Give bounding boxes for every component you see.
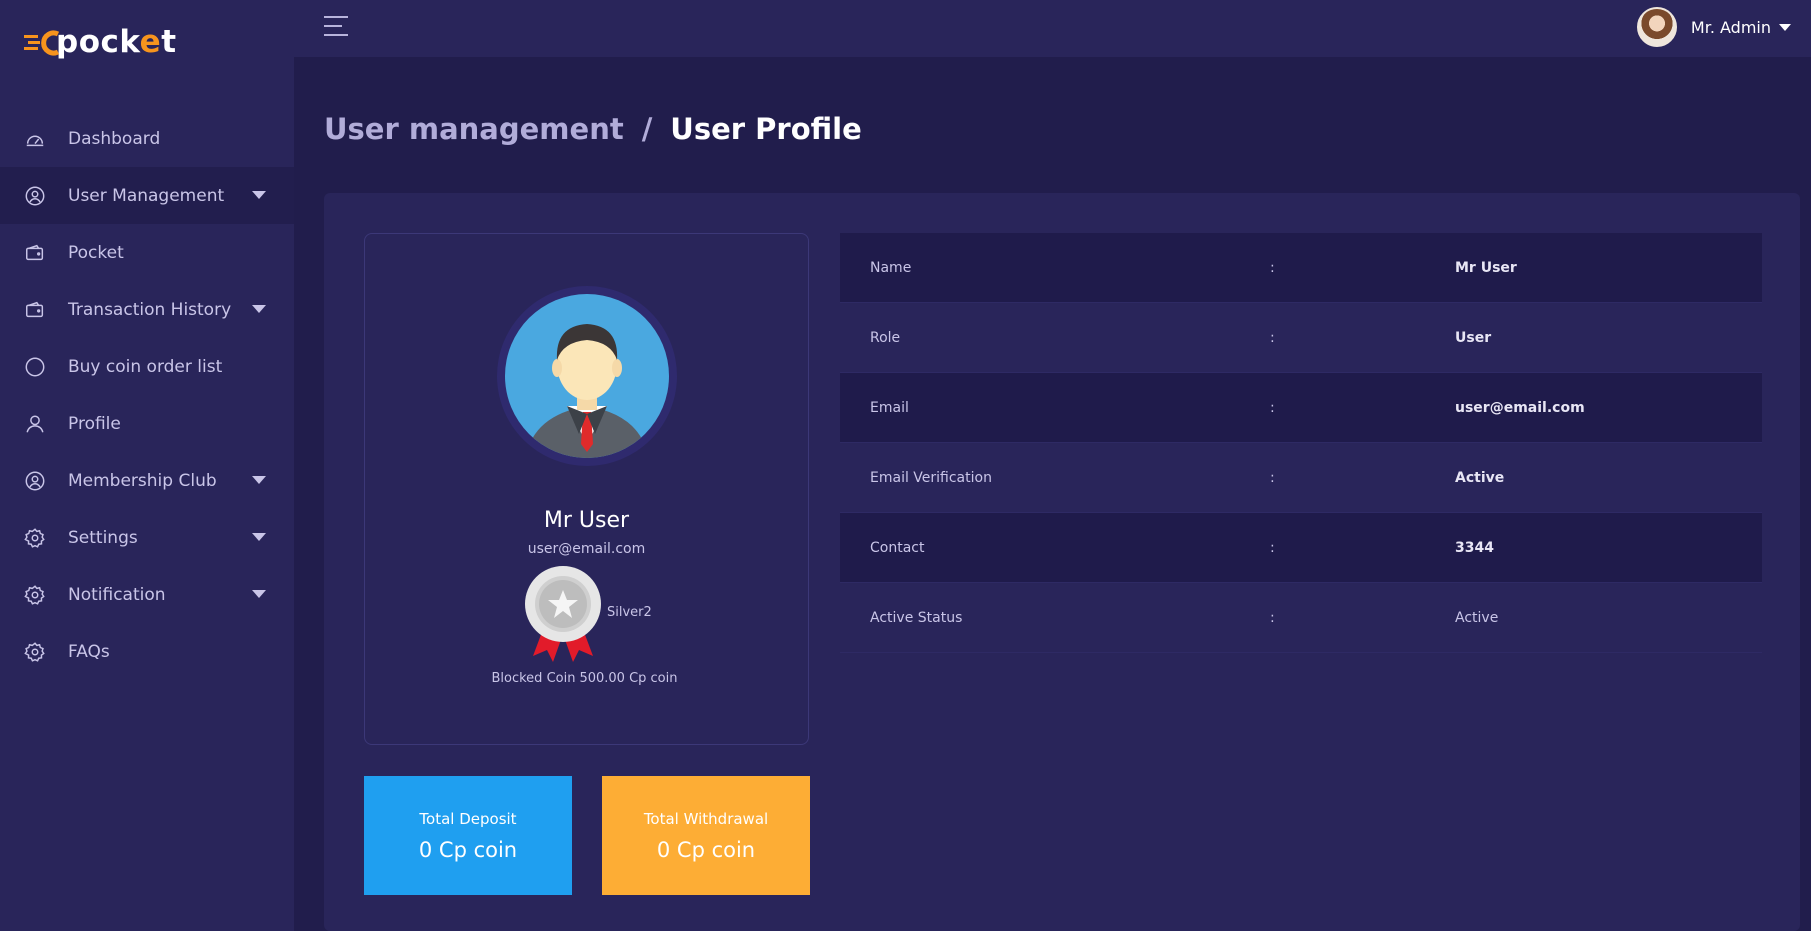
gear-icon [24,527,46,549]
detail-colon: : [1270,539,1275,556]
sidebar-item-label: Pocket [68,242,124,263]
detail-colon: : [1270,469,1275,486]
chevron-down-icon [252,476,266,484]
wallet-icon [24,299,46,321]
sidebar-item-label: Transaction History [68,299,232,320]
sidebar-item-label: Membership Club [68,470,217,491]
user-icon [24,413,46,435]
logo-speed-icon [24,27,64,57]
profile-avatar [497,286,677,466]
sidebar-item-label: Dashboard [68,128,161,149]
blocked-coin-value: 500.00 Cp coin [579,671,678,686]
gear-icon [24,584,46,606]
sidebar-item-label: User Management [68,185,225,206]
detail-value: user@email.com [1455,399,1585,416]
detail-value: Active [1455,469,1505,486]
detail-row-name: Name : Mr User [840,233,1762,303]
detail-label: Contact [870,539,925,556]
detail-colon: : [1270,399,1275,416]
total-deposit-label: Total Deposit [419,809,517,828]
detail-colon: : [1270,609,1275,626]
breadcrumb-separator: / [641,112,653,146]
detail-colon: : [1270,329,1275,346]
detail-value: Active [1455,609,1499,626]
detail-value: 3344 [1455,539,1494,556]
sidebar-item-dashboard[interactable]: Dashboard [0,110,294,167]
user-details-table: Name : Mr User Role : User Email : user@… [840,233,1762,653]
detail-label: Email Verification [870,469,992,486]
blocked-coin-label: Blocked Coin [491,671,576,686]
sidebar-item-profile[interactable]: Profile [0,395,294,452]
detail-row-active-status: Active Status : Active [840,583,1762,653]
sidebar-item-buy-coin-order-list[interactable]: Buy coin order list [0,338,294,395]
user-avatar-illustration-icon [505,294,669,458]
sidebar-item-label: Settings [68,527,138,548]
sidebar-item-notification[interactable]: Notification [0,566,294,623]
total-withdrawal-card: Total Withdrawal 0 Cp coin [602,776,810,895]
hamburger-menu-icon[interactable] [324,16,348,38]
detail-colon: : [1270,259,1275,276]
total-withdrawal-value: 0 Cp coin [656,837,756,862]
profile-email: user@email.com [527,541,646,557]
detail-label: Name [870,259,912,276]
user-circle-icon [24,470,46,492]
detail-row-email-verification: Email Verification : Active [840,443,1762,513]
detail-label: Active Status [870,609,963,626]
sidebar-item-transaction-history[interactable]: Transaction History [0,281,294,338]
speedometer-icon [24,128,46,150]
detail-value: User [1455,329,1492,346]
silver-medal-icon [523,564,603,664]
sidebar-nav: Dashboard User Management Pocket Transac… [0,110,294,680]
sidebar-item-user-management[interactable]: User Management [0,167,294,224]
sidebar-item-label: Buy coin order list [68,356,223,377]
detail-row-role: Role : User [840,303,1762,373]
user-name: Mr. Admin [1690,17,1771,37]
chevron-down-icon [252,533,266,541]
chevron-down-icon [252,305,266,313]
total-deposit-value: 0 Cp coin [418,837,518,862]
logo-wordmark: pocket [56,24,177,60]
page-title: User Profile [670,112,862,146]
sidebar-item-label: Profile [68,413,121,434]
chevron-down-icon [252,191,266,199]
sidebar-item-label: FAQs [68,641,110,662]
sidebar: pocket Dashboard User Management Pocket [0,0,294,931]
user-circle-icon [24,185,46,207]
sidebar-item-faqs[interactable]: FAQs [0,623,294,680]
circle-icon [24,356,46,378]
detail-label: Role [870,329,901,346]
detail-row-email: Email : user@email.com [840,373,1762,443]
blocked-coin-info: Blocked Coin 500.00 Cp coin [365,671,808,686]
user-menu[interactable]: Mr. Admin [1636,6,1791,48]
profile-content-card: Mr User user@email.com Silver2 Blocked C… [324,193,1800,931]
gear-icon [24,641,46,663]
sidebar-item-membership-club[interactable]: Membership Club [0,452,294,509]
detail-label: Email [870,399,909,416]
breadcrumb-parent-link[interactable]: User management [324,112,624,146]
detail-value: Mr User [1455,259,1517,276]
total-withdrawal-label: Total Withdrawal [643,809,769,828]
sidebar-item-label: Notification [68,584,166,605]
total-deposit-card: Total Deposit 0 Cp coin [364,776,572,895]
detail-row-contact: Contact : 3344 [840,513,1762,583]
profile-name: Mr User [543,508,630,533]
chevron-down-icon [1779,23,1791,31]
sidebar-item-settings[interactable]: Settings [0,509,294,566]
chevron-down-icon [252,590,266,598]
wallet-icon [24,242,46,264]
cpocket-logo[interactable]: pocket [24,22,177,62]
top-bar: Mr. Admin [294,0,1811,57]
avatar [1636,7,1677,47]
sidebar-item-pocket[interactable]: Pocket [0,224,294,281]
breadcrumb: User management / User Profile [324,112,862,146]
profile-summary-card: Mr User user@email.com Silver2 Blocked C… [364,233,809,745]
membership-badge-label: Silver2 [607,605,652,620]
